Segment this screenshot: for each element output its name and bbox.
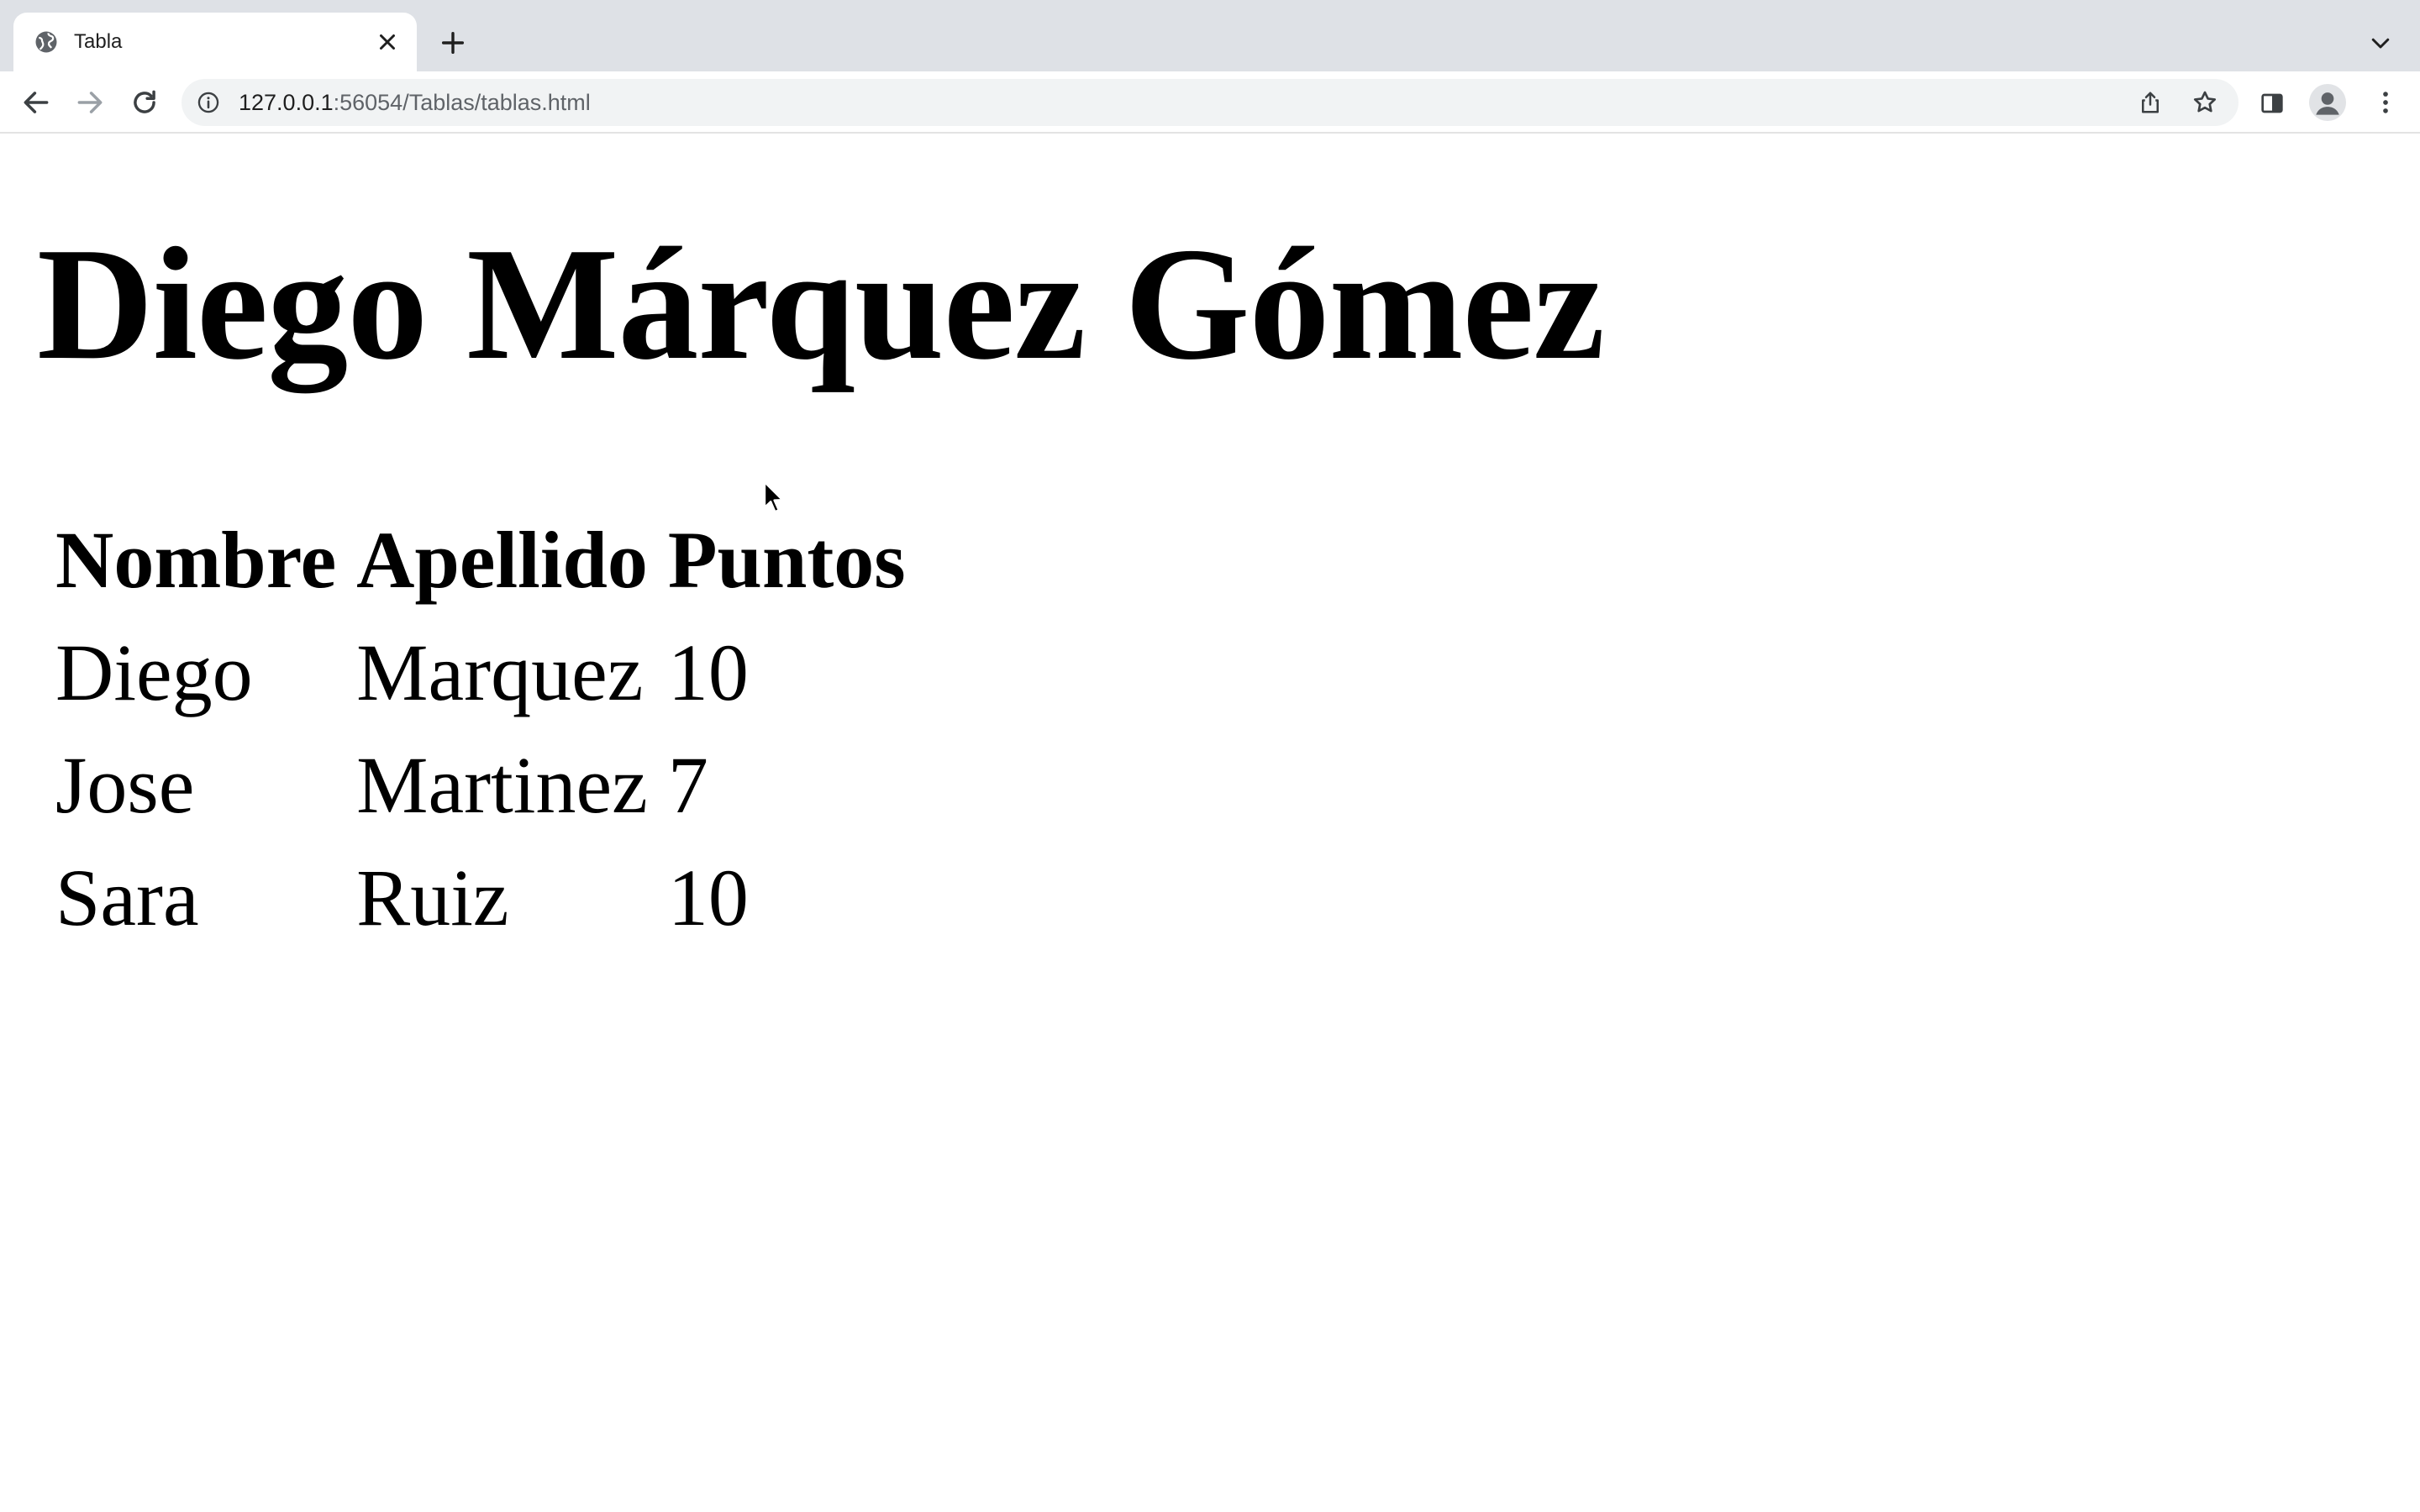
table-row: Sara Ruiz 10 — [47, 842, 914, 954]
address-bar[interactable]: 127.0.0.1:56054/Tablas/tablas.html — [182, 79, 2238, 126]
url-path: :56054/Tablas/tablas.html — [333, 90, 591, 115]
cell-puntos: 7 — [667, 740, 708, 830]
cell-puntos: 10 — [667, 627, 749, 717]
page-content: Diego Márquez Gómez Nombre Apellido Punt… — [0, 134, 2420, 1512]
address-url[interactable]: 127.0.0.1:56054/Tablas/tablas.html — [239, 87, 591, 118]
person-icon — [2316, 92, 2339, 115]
column-header-nombre: Nombre — [55, 515, 337, 605]
table-header-row: Nombre Apellido Puntos — [47, 504, 914, 617]
kebab-menu-icon[interactable] — [2371, 88, 2400, 117]
cell-nombre: Diego — [55, 627, 253, 717]
new-tab-button[interactable] — [439, 29, 467, 57]
cell-apellido: Martinez — [356, 740, 648, 830]
cell-puntos: 10 — [667, 853, 749, 942]
star-icon[interactable] — [2191, 89, 2218, 116]
globe-icon — [35, 31, 57, 53]
close-icon[interactable] — [375, 29, 400, 55]
tab-title: Tabla — [74, 30, 123, 53]
side-panel-icon[interactable] — [2259, 90, 2286, 117]
cell-nombre: Jose — [55, 740, 195, 830]
tab-search-chevron-down-icon[interactable] — [2368, 30, 2393, 55]
share-icon[interactable] — [2138, 90, 2163, 115]
browser-tab[interactable]: Tabla — [13, 13, 417, 71]
table-row: Diego Marquez 10 — [47, 617, 914, 729]
info-icon[interactable] — [197, 91, 220, 114]
column-header-apellido: Apellido — [356, 515, 648, 605]
profile-avatar[interactable] — [2309, 84, 2346, 121]
reload-icon[interactable] — [129, 87, 160, 118]
table-row: Jose Martinez 7 — [47, 729, 914, 842]
browser-toolbar: 127.0.0.1:56054/Tablas/tablas.html — [0, 71, 2420, 134]
url-host: 127.0.0.1 — [239, 90, 334, 115]
scores-table: Nombre Apellido Puntos Diego Marquez 10 … — [44, 504, 918, 954]
page-title: Diego Márquez Gómez — [37, 214, 1605, 393]
column-header-puntos: Puntos — [667, 515, 906, 605]
mouse-cursor-icon — [763, 480, 784, 513]
cell-nombre: Sara — [55, 853, 199, 942]
cell-apellido: Marquez — [356, 627, 644, 717]
back-arrow-left-icon[interactable] — [20, 87, 52, 118]
forward-arrow-right-icon[interactable] — [74, 87, 106, 118]
tab-strip: Tabla — [0, 0, 2420, 71]
cell-apellido: Ruiz — [356, 853, 509, 942]
